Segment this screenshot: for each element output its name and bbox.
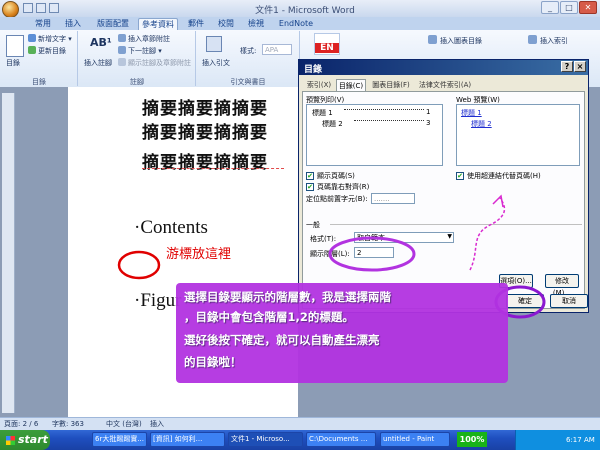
taskbar-item[interactable]: 6r大批踢踢實... <box>92 432 147 447</box>
note-line-4: 的目錄啦！ <box>184 355 242 369</box>
taskbar-item[interactable]: C:\Documents ... <box>306 432 376 447</box>
taskbar-item[interactable]: untitled - Paint <box>380 432 450 447</box>
note-line-2: ，目錄中會包含階層1,2的標題。 <box>184 310 354 324</box>
status-language[interactable]: 中文 (台灣) <box>106 419 142 429</box>
taskbar-item-active[interactable]: 文件1 - Microso... <box>228 432 303 447</box>
status-mode[interactable]: 插入 <box>150 419 164 429</box>
clock: 6:17 AM <box>566 436 595 444</box>
start-button[interactable]: start <box>0 430 50 450</box>
status-bar <box>0 417 600 431</box>
levels-circle <box>328 236 416 272</box>
arrow-head <box>492 194 504 208</box>
cursor-circle <box>117 250 161 280</box>
start-label: start <box>18 433 48 446</box>
note-line-3: 選好後按下確定，就可以自動產生漂亮 <box>184 333 380 347</box>
status-words[interactable]: 字數: 363 <box>52 419 84 429</box>
zoom-indicator[interactable]: 100% <box>457 432 487 447</box>
windows-logo-icon <box>6 435 15 445</box>
taskbar-item[interactable]: [資訊] 如何利... <box>150 432 225 447</box>
status-page[interactable]: 頁面: 2 / 6 <box>4 419 38 429</box>
arrow-line <box>469 197 506 271</box>
annotation-overlay <box>117 194 546 383</box>
note-line-1: 選擇目錄要顯示的階層數，我是選擇兩階 <box>184 290 391 304</box>
